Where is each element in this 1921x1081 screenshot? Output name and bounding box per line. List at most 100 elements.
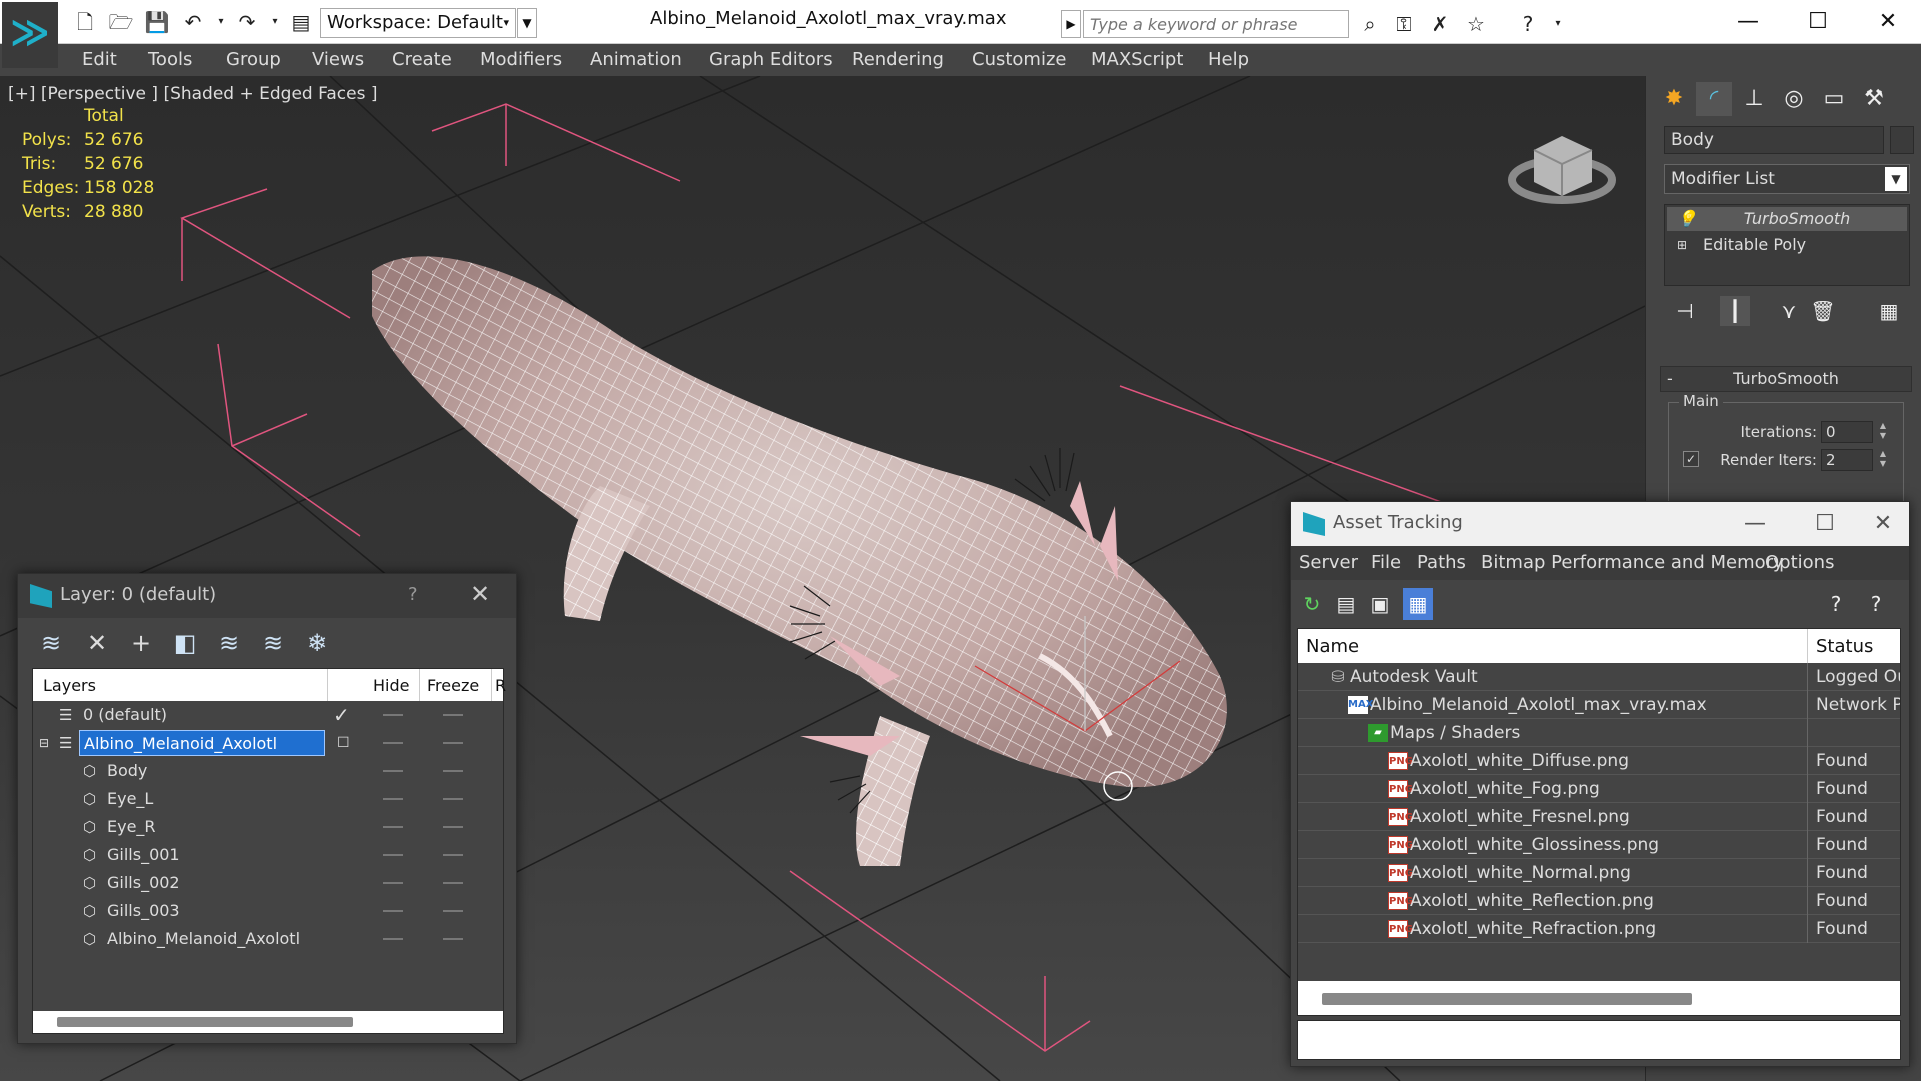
undo-dropdown-icon[interactable]: ▾ bbox=[208, 9, 234, 35]
remove-modifier-icon[interactable]: 🗑 bbox=[1808, 296, 1838, 326]
freeze-toggle[interactable] bbox=[443, 910, 463, 912]
redo-dropdown-icon[interactable]: ▾ bbox=[262, 9, 288, 35]
binoculars-icon[interactable]: ⌕ bbox=[1356, 10, 1384, 38]
freeze-toggle[interactable] bbox=[443, 770, 463, 772]
col-render[interactable]: R bbox=[495, 676, 506, 695]
show-end-result-icon[interactable]: ┃ bbox=[1720, 296, 1750, 326]
object-row[interactable]: ⬡ Gills_003 bbox=[33, 897, 503, 925]
freeze-all-layers-icon[interactable]: ❄ bbox=[300, 626, 334, 660]
highlight-layer-icon[interactable]: ≋ bbox=[212, 626, 246, 660]
menu-graph-editors[interactable]: Graph Editors bbox=[709, 49, 833, 70]
col-hide[interactable]: Hide bbox=[373, 676, 409, 695]
asset-dialog-titlebar[interactable]: Asset Tracking — ☐ ✕ bbox=[1291, 502, 1909, 546]
menu-rendering[interactable]: Rendering bbox=[852, 49, 944, 70]
layer-row[interactable]: ☰ 0 (default) ✓ bbox=[33, 701, 503, 729]
menu-create[interactable]: Create bbox=[392, 49, 452, 70]
project-folder-icon[interactable]: ▤ bbox=[288, 9, 314, 35]
new-layer-icon[interactable]: ≋ bbox=[34, 626, 68, 660]
help-icon[interactable]: ? bbox=[1514, 10, 1542, 38]
expand-icon[interactable]: ⊞ bbox=[1677, 233, 1687, 257]
help-dropdown-icon[interactable]: ▾ bbox=[1544, 10, 1572, 38]
configure-sets-icon[interactable]: ▦ bbox=[1874, 296, 1904, 326]
asset-row[interactable]: PNG Axolotl_white_Fresnel.png Found bbox=[1298, 803, 1900, 831]
freeze-toggle[interactable] bbox=[443, 854, 463, 856]
hide-toggle[interactable] bbox=[383, 882, 403, 884]
asset-menu-options[interactable]: Options bbox=[1765, 552, 1834, 573]
satellite-icon[interactable]: ✗ bbox=[1426, 10, 1454, 38]
refresh-icon[interactable]: ↻ bbox=[1297, 588, 1327, 620]
iterations-spinner-arrows[interactable]: ▲ ▼ bbox=[1877, 421, 1889, 443]
menu-edit[interactable]: Edit bbox=[82, 49, 117, 70]
menu-help[interactable]: Help bbox=[1208, 49, 1249, 70]
asset-menu-file[interactable]: File bbox=[1371, 552, 1401, 573]
workspace-dropdown[interactable]: Workspace: Default ▾ bbox=[320, 8, 516, 38]
render-iters-spinner[interactable]: 2 bbox=[1821, 449, 1873, 471]
iterations-spinner[interactable]: 0 bbox=[1821, 421, 1873, 443]
create-tab-icon[interactable]: ✸ bbox=[1656, 82, 1692, 116]
save-icon[interactable]: 💾 bbox=[144, 9, 170, 35]
layer-dialog-titlebar[interactable]: Layer: 0 (default) ? ✕ bbox=[18, 574, 516, 618]
hide-toggle[interactable] bbox=[383, 770, 403, 772]
stack-item-turbosmooth[interactable]: 💡 TurboSmooth bbox=[1667, 207, 1907, 231]
render-iters-checkbox[interactable]: ✓ bbox=[1683, 451, 1699, 467]
col-name[interactable]: Name bbox=[1306, 636, 1359, 657]
minimize-button[interactable]: — bbox=[1726, 4, 1770, 40]
asset-row[interactable]: MAX Albino_Melanoid_Axolotl_max_vray.max… bbox=[1298, 691, 1900, 719]
freeze-toggle[interactable] bbox=[443, 938, 463, 940]
undo-icon[interactable]: ↶ bbox=[180, 9, 206, 35]
object-row[interactable]: ⬡ Gills_002 bbox=[33, 869, 503, 897]
viewport-label[interactable]: [+] [Perspective ] [Shaded + Edged Faces… bbox=[8, 84, 377, 104]
maximize-icon[interactable]: ☐ bbox=[1803, 506, 1847, 542]
open-file-icon[interactable]: 🗁 bbox=[108, 9, 134, 35]
freeze-toggle[interactable] bbox=[443, 882, 463, 884]
hide-toggle[interactable] bbox=[383, 798, 403, 800]
horizontal-scrollbar[interactable] bbox=[33, 1011, 503, 1033]
set-active-layer-icon[interactable]: ☐ bbox=[337, 729, 350, 757]
asset-menu-bitmap-performance[interactable]: Bitmap Performance and Memory bbox=[1481, 552, 1784, 573]
hide-all-layers-icon[interactable]: ≋ bbox=[256, 626, 290, 660]
stack-item-editable-poly[interactable]: ⊞ Editable Poly bbox=[1667, 233, 1907, 257]
close-icon[interactable]: ✕ bbox=[1861, 506, 1905, 542]
app-menu-logo[interactable]: ≫ bbox=[2, 2, 58, 68]
pin-stack-icon[interactable]: ⊣ bbox=[1670, 296, 1700, 326]
thumbnail-view-icon[interactable]: ▣ bbox=[1365, 588, 1395, 620]
lightbulb-icon[interactable]: 💡 bbox=[1677, 207, 1697, 231]
table-view-icon[interactable]: ▦ bbox=[1403, 588, 1433, 620]
menu-tools[interactable]: Tools bbox=[148, 49, 192, 70]
hide-toggle[interactable] bbox=[383, 714, 403, 716]
maximize-button[interactable]: ☐ bbox=[1796, 4, 1840, 40]
modifier-list-dropdown[interactable]: Modifier List ▼ bbox=[1664, 164, 1910, 194]
asset-menu-paths[interactable]: Paths bbox=[1417, 552, 1466, 573]
layer-row[interactable]: ⊟ ☰ Albino_Melanoid_Axolotl ☐ bbox=[33, 729, 503, 757]
asset-row[interactable]: PNG Axolotl_white_Refraction.png Found bbox=[1298, 915, 1900, 943]
redo-icon[interactable]: ↷ bbox=[234, 9, 260, 35]
col-status[interactable]: Status bbox=[1816, 636, 1873, 657]
make-unique-icon[interactable]: ⋎ bbox=[1774, 296, 1804, 326]
asset-row[interactable]: PNG Axolotl_white_Diffuse.png Found bbox=[1298, 747, 1900, 775]
hide-toggle[interactable] bbox=[383, 742, 403, 744]
motion-tab-icon[interactable]: ◎ bbox=[1776, 82, 1812, 116]
active-layer-check-icon[interactable]: ✓ bbox=[333, 701, 350, 729]
object-row[interactable]: ⬡ Eye_L bbox=[33, 785, 503, 813]
context-help-icon[interactable]: ? bbox=[1861, 588, 1891, 620]
collapse-icon[interactable]: ⊟ bbox=[39, 729, 49, 757]
menu-modifiers[interactable]: Modifiers bbox=[480, 49, 562, 70]
menu-group[interactable]: Group bbox=[226, 49, 281, 70]
new-file-icon[interactable]: 🗋 bbox=[72, 9, 98, 35]
utilities-tab-icon[interactable]: ⚒ bbox=[1856, 82, 1892, 116]
help-icon[interactable]: ? bbox=[1821, 588, 1851, 620]
asset-path-field[interactable] bbox=[1297, 1020, 1901, 1060]
search-input[interactable] bbox=[1083, 10, 1349, 38]
asset-row[interactable]: ▰ Maps / Shaders bbox=[1298, 719, 1900, 747]
hide-toggle[interactable] bbox=[383, 854, 403, 856]
menu-animation[interactable]: Animation bbox=[590, 49, 682, 70]
object-row[interactable]: ⬡ Albino_Melanoid_Axolotl bbox=[33, 925, 503, 953]
scrollbar-thumb[interactable] bbox=[1322, 993, 1692, 1005]
rollout-header[interactable]: - TurboSmooth bbox=[1660, 366, 1912, 392]
object-color-swatch[interactable] bbox=[1890, 126, 1914, 154]
help-icon[interactable]: ? bbox=[408, 584, 418, 605]
freeze-toggle[interactable] bbox=[443, 798, 463, 800]
asset-menu-server[interactable]: Server bbox=[1299, 552, 1358, 573]
object-row[interactable]: ⬡ Body bbox=[33, 757, 503, 785]
hierarchy-tab-icon[interactable]: ⊥ bbox=[1736, 82, 1772, 116]
